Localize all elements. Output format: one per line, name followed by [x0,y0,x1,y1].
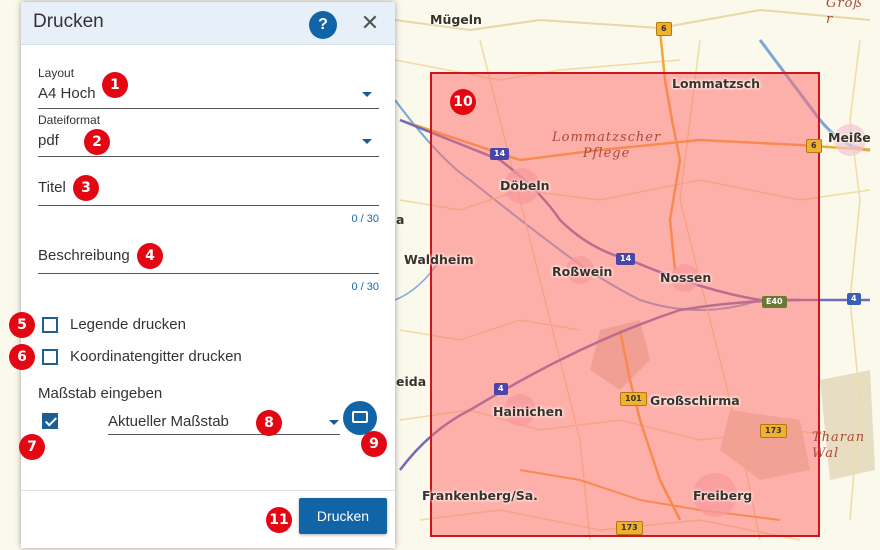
field-underline [38,205,379,206]
place-label: Mügeln [430,12,482,27]
place-label: Roßwein [552,264,613,279]
step-badge: 11 [266,507,292,533]
step-badge: 6 [9,344,35,370]
legend-checkbox[interactable] [42,317,58,333]
step-badge: 3 [73,175,99,201]
dialog-header: Drucken ? ✕ [21,2,395,45]
road-shield: 101 [620,392,647,406]
step-badge: 4 [137,243,163,269]
road-shield: 4 [847,293,861,305]
title-placeholder: Titel [38,179,66,196]
scale-select[interactable]: Aktueller Maßstab [108,408,340,436]
scale-checkbox[interactable] [42,413,58,429]
scale-value: Aktueller Maßstab [108,413,229,430]
step-badge: 2 [84,129,110,155]
scale-heading: Maßstab eingeben [38,385,163,402]
help-button[interactable]: ? [309,11,337,39]
format-value: pdf [38,132,59,149]
title-counter: 0 / 30 [351,213,379,225]
fit-to-extent-button[interactable] [343,401,377,435]
fit-extent-icon [352,411,368,423]
description-counter: 0 / 30 [351,281,379,293]
close-button[interactable]: ✕ [359,10,381,36]
step-badge: 10 [450,89,476,115]
field-underline [38,273,379,274]
grid-checkbox[interactable] [42,349,58,365]
print-button[interactable]: Drucken [299,498,387,534]
description-input[interactable]: Beschreibung [38,242,379,274]
step-badge: 7 [19,434,45,460]
footer-divider [21,490,395,491]
road-shield: 173 [616,521,643,535]
field-underline [38,156,379,157]
road-shield: E40 [762,296,787,308]
place-label: Hainichen [493,404,564,419]
place-label: Meiße [828,130,871,145]
layout-value: A4 Hoch [38,85,96,102]
place-label: eida [396,374,427,389]
description-placeholder: Beschreibung [38,247,130,264]
grid-checkbox-label[interactable]: Koordinatengitter drucken [70,348,242,365]
dialog-title: Drucken [33,11,104,32]
place-label: a [396,212,405,227]
chevron-down-icon [362,92,372,97]
field-underline [108,434,340,435]
step-badge: 1 [102,72,128,98]
chevron-down-icon [362,139,372,144]
step-badge: 9 [361,431,387,457]
step-badge: 5 [9,312,35,338]
chevron-down-icon [329,420,339,425]
field-underline [38,108,379,109]
layout-select[interactable]: A4 Hoch [38,80,379,110]
place-label: Döbeln [500,178,550,193]
place-label: Frankenberg/Sa. [422,488,538,503]
region-label: Tharan Wal [812,430,866,461]
region-label: Lommatzscher Pflege [552,130,662,161]
format-label: Dateiformat [38,113,101,127]
road-shield: 6 [806,139,822,153]
layout-label: Layout [38,66,75,80]
step-badge: 8 [256,410,282,436]
road-shield: 173 [760,424,787,438]
place-label: Großschirma [650,393,740,408]
road-shield: 14 [490,148,510,160]
legend-checkbox-label[interactable]: Legende drucken [70,316,186,333]
place-label: Waldheim [404,252,474,267]
road-shield: 14 [616,253,636,265]
road-shield: 4 [494,383,508,395]
print-dialog: Drucken ? ✕ Layout A4 Hoch Dateiformat p… [21,2,395,548]
place-label: Freiberg [693,488,753,503]
region-label: Groß r [826,0,864,27]
place-label: Nossen [660,270,712,285]
place-label: Lommatzsch [672,76,761,91]
road-shield: 6 [656,22,672,36]
